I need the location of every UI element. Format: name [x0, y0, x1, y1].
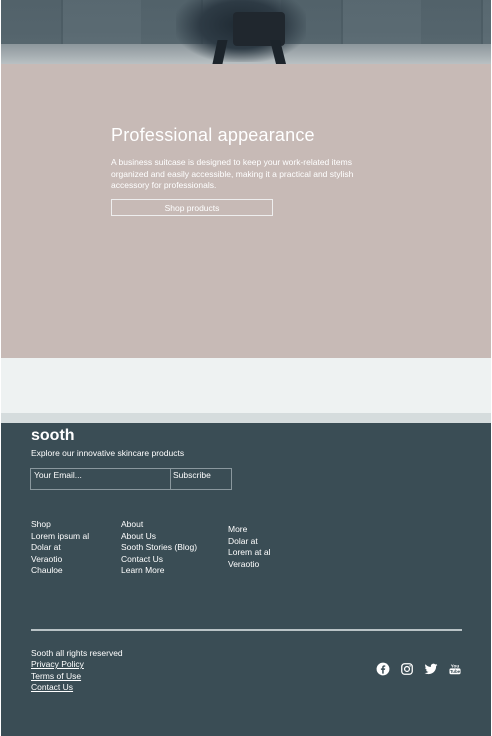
privacy-policy-link[interactable]: Privacy Policy	[31, 659, 84, 671]
footer-top-border	[1, 413, 491, 423]
svg-text:You: You	[451, 663, 460, 668]
footer-link[interactable]: Lorem at al	[228, 547, 271, 559]
copyright-text: Sooth all rights reserved	[31, 648, 123, 658]
newsletter-form: Subscribe	[30, 468, 232, 490]
youtube-icon[interactable]: You Tube	[448, 662, 462, 676]
footer-link-learn-more[interactable]: Learn More	[121, 565, 197, 577]
spacer-band	[1, 358, 491, 413]
promo-description: A business suitcase is designed to keep …	[111, 157, 354, 190]
svg-text:Tube: Tube	[450, 669, 461, 674]
email-input[interactable]	[31, 469, 171, 489]
footer-link[interactable]: Dolar at	[228, 536, 271, 548]
footer-column-about: About About Us Sooth Stories (Blog) Cont…	[121, 519, 197, 577]
footer: sooth Explore our innovative skincare pr…	[1, 423, 491, 736]
footer-link[interactable]: Chauloe	[31, 565, 89, 577]
footer-link[interactable]: Dolar at	[31, 542, 89, 554]
promo-title: Professional appearance	[111, 125, 315, 145]
contact-us-link[interactable]: Contact Us	[31, 682, 84, 694]
footer-link[interactable]: Veraotio	[228, 559, 271, 571]
footer-link[interactable]: Lorem ipsum al	[31, 531, 89, 543]
footer-divider	[31, 629, 462, 631]
subscribe-button[interactable]: Subscribe	[171, 469, 231, 489]
footer-link-about[interactable]: About	[121, 519, 197, 531]
twitter-icon[interactable]	[424, 662, 438, 676]
footer-brand-logo[interactable]: sooth	[31, 427, 75, 445]
instagram-icon[interactable]	[400, 662, 414, 676]
terms-of-use-link[interactable]: Terms of Use	[31, 671, 84, 683]
footer-column-shop: Shop Lorem ipsum al Dolar at Veraotio Ch…	[31, 519, 89, 577]
footer-link-contact-us[interactable]: Contact Us	[121, 554, 197, 566]
footer-tagline: Explore our innovative skincare products	[31, 448, 185, 458]
footer-link-about-us[interactable]: About Us	[121, 531, 197, 543]
footer-link[interactable]: Veraotio	[31, 554, 89, 566]
promo-section: Professional appearance A business suitc…	[1, 64, 491, 358]
social-links: You Tube	[376, 662, 462, 676]
hero-image	[1, 0, 491, 64]
shop-products-button[interactable]: Shop products	[111, 199, 273, 216]
facebook-icon[interactable]	[376, 662, 390, 676]
footer-column-more: More Dolar at Lorem at al Veraotio	[228, 524, 271, 570]
footer-link-shop[interactable]: Shop	[31, 519, 89, 531]
legal-links: Privacy Policy Terms of Use Contact Us	[31, 659, 84, 694]
footer-link-blog[interactable]: Sooth Stories (Blog)	[121, 542, 197, 554]
footer-link-more[interactable]: More	[228, 524, 271, 536]
